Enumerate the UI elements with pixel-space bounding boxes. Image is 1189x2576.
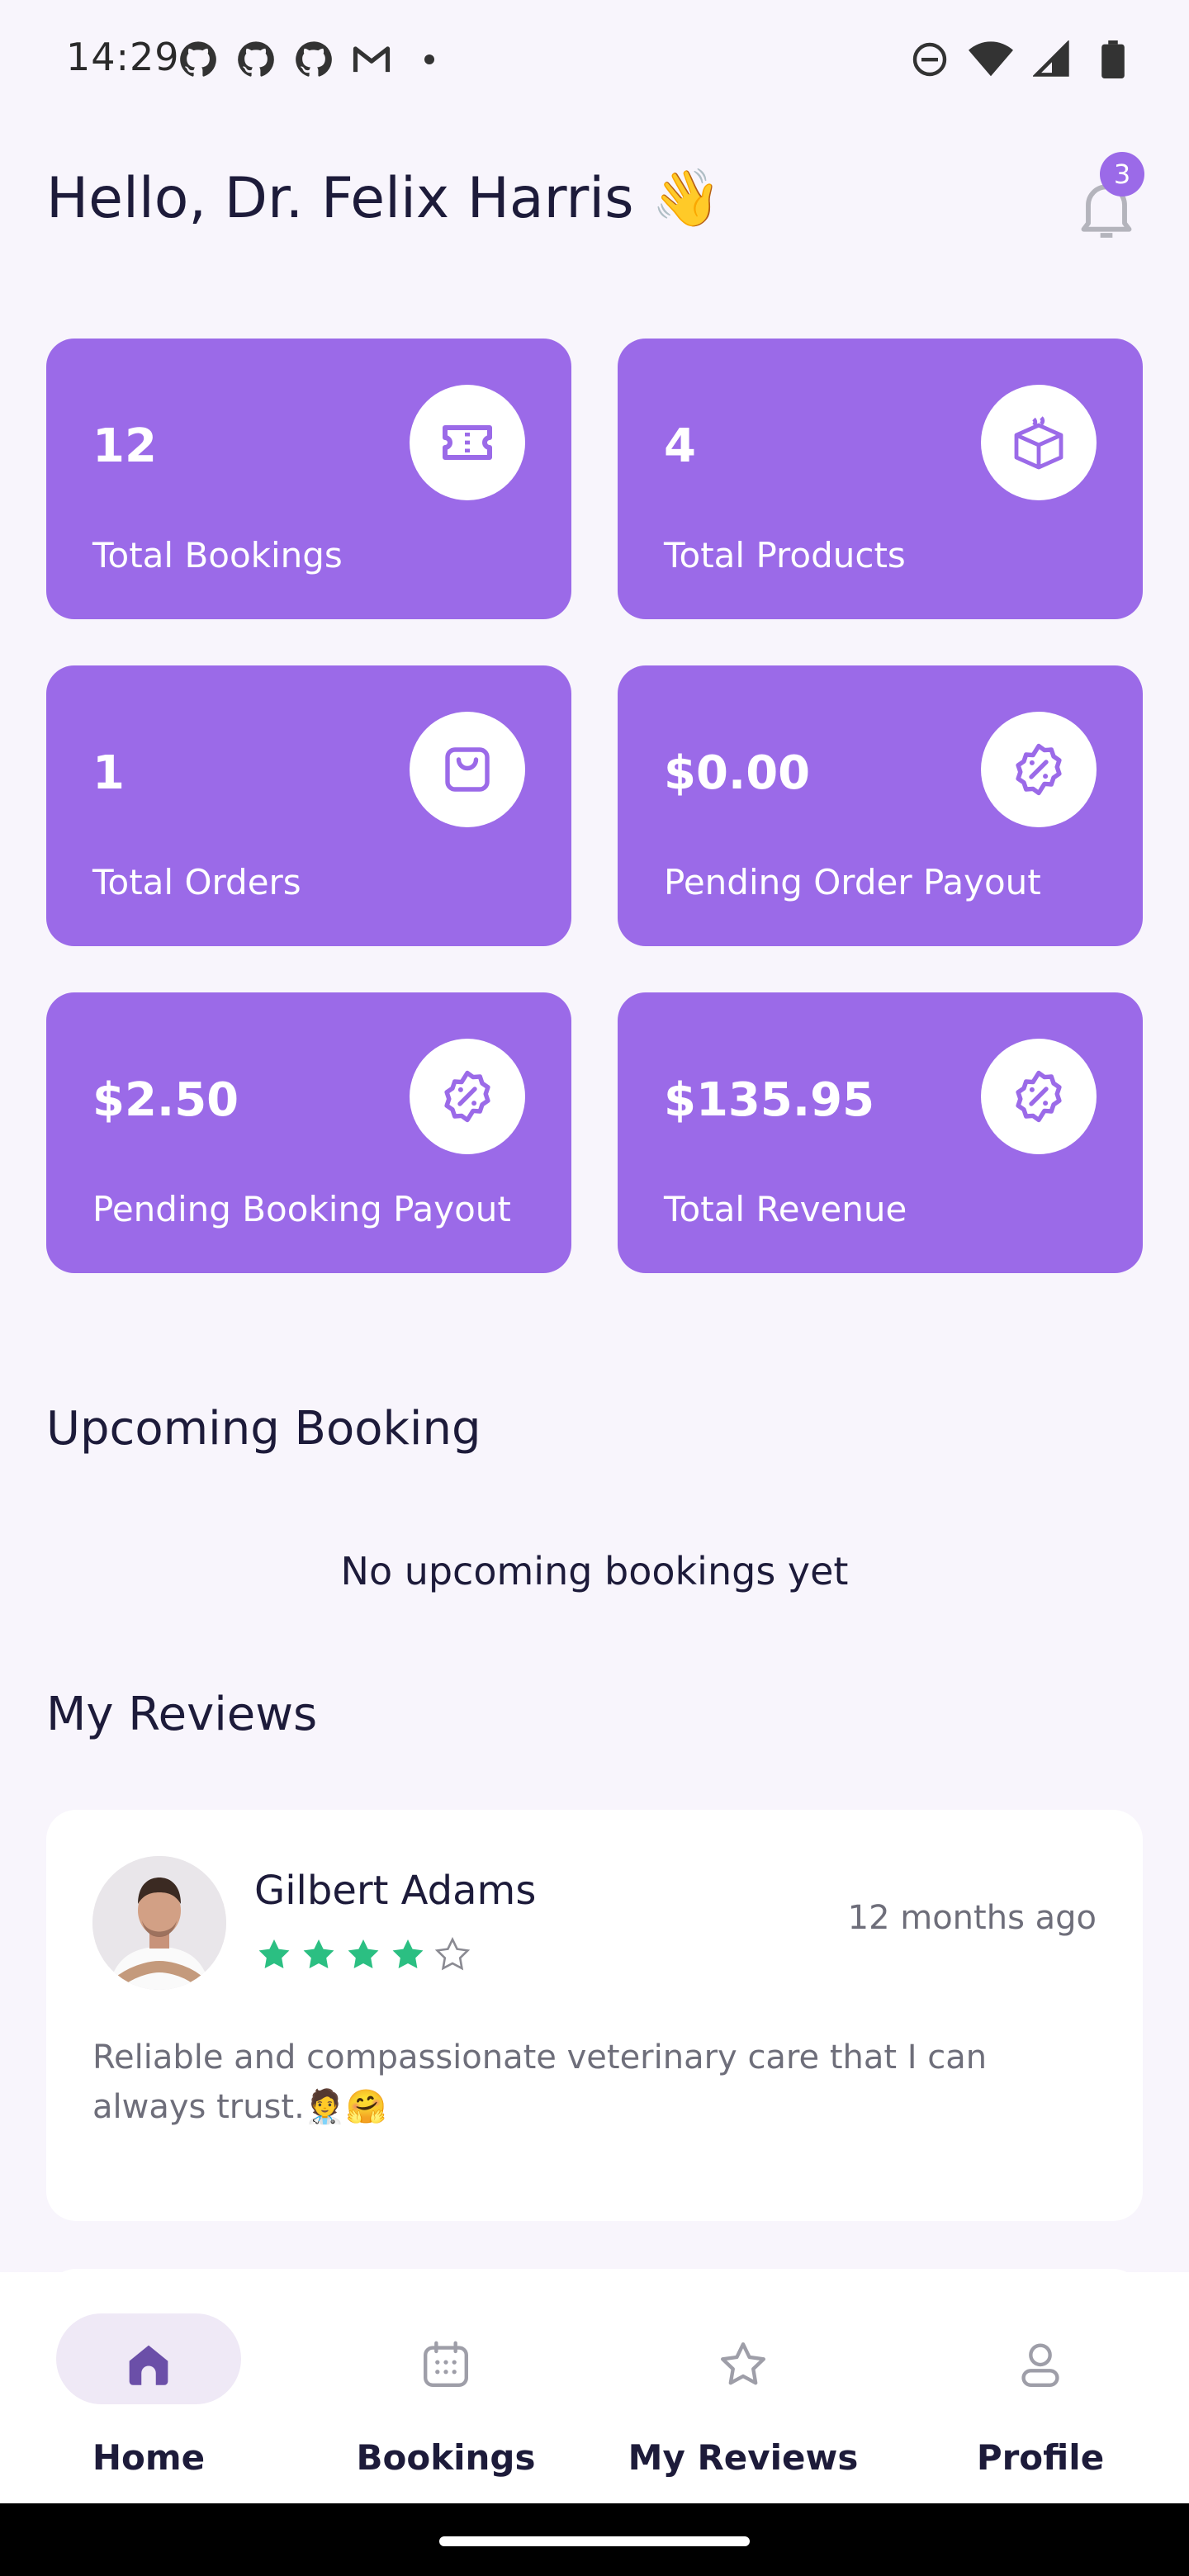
stat-label: Total Revenue: [664, 1189, 907, 1229]
gesture-handle[interactable]: [439, 2536, 750, 2546]
star-empty-icon: [434, 1937, 471, 1971]
home-icon: [116, 2332, 182, 2398]
stat-card-total-products[interactable]: 4 Total Products: [618, 339, 1143, 619]
status-notification-icons: [175, 36, 434, 83]
github-icon: [233, 36, 279, 83]
bag-icon: [410, 712, 525, 827]
ticket-icon: [410, 385, 525, 500]
nav-item-profile[interactable]: Profile: [892, 2272, 1189, 2503]
nav-label: My Reviews: [628, 2437, 859, 2478]
status-bar: 14:29: [0, 0, 1189, 116]
status-time: 14:29: [66, 35, 180, 79]
stat-value: $0.00: [664, 746, 811, 800]
star-rating: [254, 1935, 472, 1975]
greeting-title: Hello, Dr. Felix Harris 👋: [46, 166, 722, 231]
star-filled-icon: [392, 1939, 424, 1968]
stat-label: Pending Booking Payout: [92, 1189, 511, 1229]
github-icon: [291, 36, 337, 83]
reviewer-name: Gilbert Adams: [254, 1868, 537, 1914]
discount-badge-icon: [981, 712, 1097, 827]
do-not-disturb-icon: [907, 36, 953, 83]
avatar: [92, 1856, 226, 1990]
person-icon: [1007, 2332, 1073, 2398]
no-upcoming-bookings-text: No upcoming bookings yet: [340, 1549, 849, 1593]
stat-label: Total Bookings: [92, 535, 343, 575]
stat-value: 12: [92, 419, 157, 473]
my-reviews-title: My Reviews: [46, 1688, 318, 1741]
notification-count-badge: 3: [1100, 152, 1144, 197]
stat-label: Total Orders: [92, 862, 301, 902]
discount-badge-icon: [410, 1039, 525, 1154]
nav-item-home[interactable]: Home: [0, 2272, 297, 2503]
gmail-icon: [348, 36, 395, 83]
stat-value: $2.50: [92, 1073, 239, 1127]
stat-card-total-revenue[interactable]: $135.95 Total Revenue: [618, 992, 1143, 1273]
nav-label: Home: [92, 2437, 206, 2478]
star-filled-icon: [258, 1939, 290, 1968]
stat-value: 4: [664, 419, 696, 473]
stat-card-total-orders[interactable]: 1 Total Orders: [46, 665, 571, 946]
review-card[interactable]: Gilbert Adams 12 months ago Reliable and…: [46, 1810, 1143, 2221]
stat-value: $135.95: [664, 1073, 875, 1127]
system-status-icons: [907, 36, 1136, 83]
stat-card-pending-order-payout[interactable]: $0.00 Pending Order Payout: [618, 665, 1143, 946]
battery-icon: [1090, 36, 1136, 83]
bottom-navigation: Home Bookings My Reviews Profile: [0, 2272, 1189, 2503]
review-text: Reliable and compassionate veterinary ca…: [92, 2039, 988, 2126]
stat-card-pending-booking-payout[interactable]: $2.50 Pending Booking Payout: [46, 992, 571, 1273]
stat-label: Total Products: [664, 535, 906, 575]
wifi-icon: [968, 36, 1014, 83]
nav-label: Bookings: [356, 2437, 536, 2478]
signal-icon: [1029, 36, 1075, 83]
nav-item-my-reviews[interactable]: My Reviews: [594, 2272, 892, 2503]
stat-label: Pending Order Payout: [664, 862, 1041, 902]
nav-label: Profile: [976, 2437, 1105, 2478]
stat-card-total-bookings[interactable]: 12 Total Bookings: [46, 339, 571, 619]
more-notifications-dot: [424, 54, 434, 64]
discount-badge-icon: [981, 1039, 1097, 1154]
star-icon: [710, 2332, 776, 2398]
review-time: 12 months ago: [847, 1899, 1097, 1937]
calendar-icon: [413, 2332, 479, 2398]
github-icon: [175, 36, 221, 83]
upcoming-booking-title: Upcoming Booking: [46, 1402, 481, 1456]
box-icon: [981, 385, 1097, 500]
nav-item-bookings[interactable]: Bookings: [297, 2272, 594, 2503]
star-filled-icon: [348, 1939, 379, 1968]
stat-value: 1: [92, 746, 125, 800]
star-filled-icon: [303, 1939, 334, 1968]
